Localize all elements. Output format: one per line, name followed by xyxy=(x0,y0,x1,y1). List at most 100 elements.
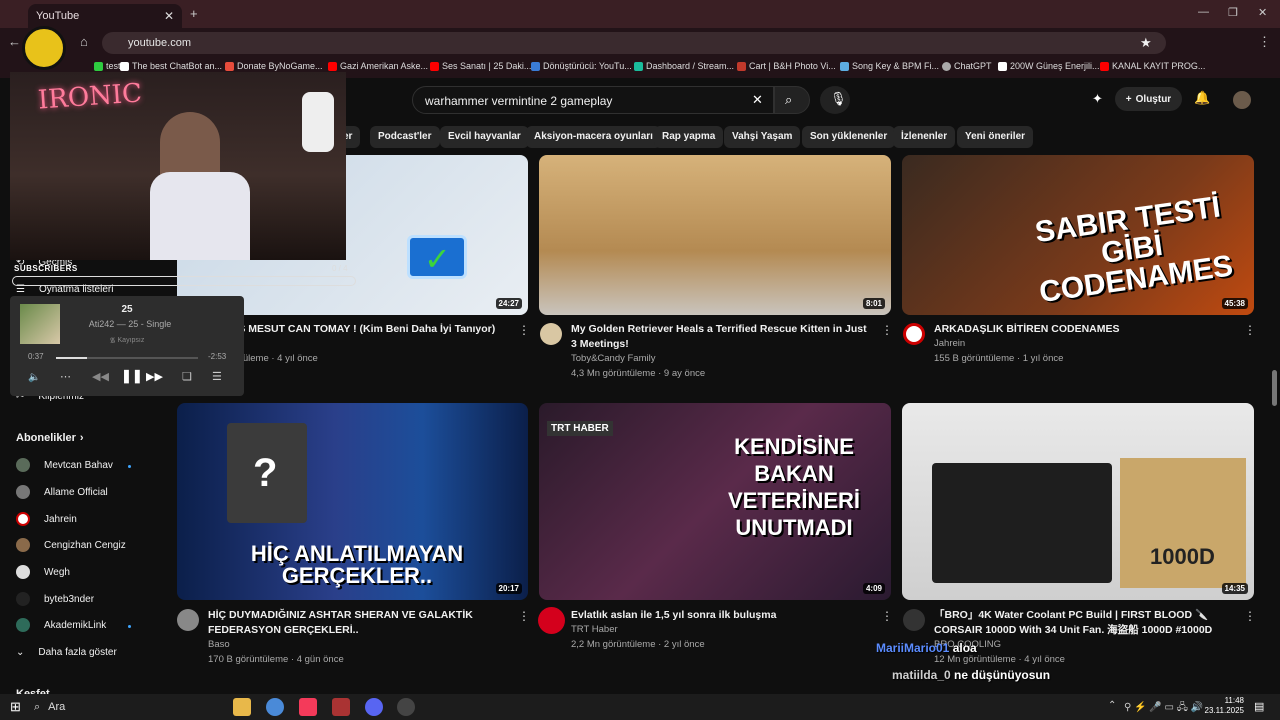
progress-track[interactable] xyxy=(56,357,198,359)
music-app-icon[interactable] xyxy=(299,698,317,716)
chat-message: MariiMario01 aloa xyxy=(876,641,977,655)
account-avatar[interactable] xyxy=(1233,91,1251,109)
windows-start-icon[interactable]: ⊞ xyxy=(10,699,21,715)
clear-search-icon[interactable]: ✕ xyxy=(752,92,763,108)
chrome-icon[interactable] xyxy=(266,698,284,716)
notifications-icon[interactable]: 🔔 xyxy=(1194,90,1210,106)
video-title[interactable]: HİÇ DUYMADIĞINIZ ASHTAR SHERAN VE GALAKT… xyxy=(208,608,508,638)
obs-icon[interactable] xyxy=(397,698,415,716)
channel-name[interactable]: Baso xyxy=(208,638,230,652)
more-options-icon[interactable]: ⋮ xyxy=(881,323,893,337)
scrollbar-thumb[interactable] xyxy=(1272,370,1277,406)
chip[interactable]: Rap yapma xyxy=(654,126,724,148)
duration-badge: 20:17 xyxy=(495,583,522,594)
channel-avatar[interactable] xyxy=(903,609,925,631)
more-icon[interactable]: ⋯ xyxy=(60,370,71,383)
video-title[interactable]: 「BRO」4K Water Coolant PC Build | FIRST B… xyxy=(934,608,1239,638)
video-title[interactable]: ...İM VS MESUT CAN TOMAY ! (Kim Beni Dah… xyxy=(208,322,518,337)
chip[interactable]: Yeni öneriler xyxy=(957,126,1034,148)
bookmark-item[interactable]: Dönüştürücü: YouTu... xyxy=(531,61,632,71)
bookmark-item[interactable]: Gazi Amerikan Aske... xyxy=(328,61,428,71)
bookmark-item[interactable]: Donate ByNoGame... xyxy=(225,61,323,71)
bookmark-item[interactable]: Dashboard / Stream... xyxy=(634,61,734,71)
taskbar-search[interactable]: ⌕ Ara xyxy=(34,697,214,717)
chip[interactable]: İzlenenler xyxy=(893,126,956,148)
more-options-icon[interactable]: ⋮ xyxy=(1244,609,1256,623)
chip[interactable]: Vahşi Yaşam xyxy=(724,126,801,148)
menu-icon[interactable]: ⋮ xyxy=(1258,34,1271,50)
close-tab-icon[interactable]: ✕ xyxy=(164,9,174,23)
subscriptions-heading[interactable]: Abonelikler › xyxy=(16,426,166,450)
video-title[interactable]: ARKADAŞLIK BİTİREN CODENAMES xyxy=(934,322,1234,337)
address-bar[interactable]: youtube.com xyxy=(102,32,1166,54)
voice-search-button[interactable]: 🎙 xyxy=(820,86,850,114)
channel-name[interactable]: Jahrein xyxy=(934,337,965,351)
sidebar-subscription[interactable]: Mevtcan Bahav xyxy=(16,453,166,477)
bookmark-item[interactable]: Ses Sanatı | 25 Daki... xyxy=(430,61,531,71)
sidebar-subscription[interactable]: Allame Official xyxy=(16,480,166,504)
voicemod-icon[interactable] xyxy=(332,698,350,716)
pause-icon[interactable]: ❚❚ xyxy=(121,368,143,384)
video-title[interactable]: Evlatlık aslan ile 1,5 yıl sonra ilk bul… xyxy=(571,608,871,623)
video-thumbnail[interactable]: TRT HABER KENDİSİNE BAKAN VETERİNERİ UNU… xyxy=(539,403,891,600)
close-window-icon[interactable]: ✕ xyxy=(1258,6,1267,19)
tab-youtube[interactable]: YouTube ✕ xyxy=(28,4,182,28)
channel-avatar[interactable] xyxy=(538,607,565,634)
bookmark-star-icon[interactable]: ★ xyxy=(1140,35,1152,51)
search-button[interactable]: ⌕ xyxy=(774,86,810,114)
bookmark-item[interactable]: Song Key & BPM Fi... xyxy=(840,61,939,71)
minimize-icon[interactable]: — xyxy=(1198,6,1209,18)
sidebar-subscription[interactable]: byteb3nder xyxy=(16,587,166,611)
video-thumbnail[interactable]: 8:01 xyxy=(539,155,891,315)
webcam-overlay: IRONIC xyxy=(10,72,346,260)
video-thumbnail[interactable]: SABIR TESTİ GİBİ CODENAMES 45:38 xyxy=(902,155,1254,315)
tray-icons[interactable]: ⚲ ⚡ 🎤 ▭ 🖧 🔊 xyxy=(1124,700,1203,717)
queue-icon[interactable]: ☰ xyxy=(212,370,222,383)
new-tab-icon[interactable]: + xyxy=(190,6,198,21)
pc-case-box: 1000D xyxy=(1120,458,1246,588)
back-icon[interactable]: ← xyxy=(8,34,21,49)
cast-icon[interactable]: ✦ xyxy=(1092,91,1103,107)
bookmark-item[interactable]: The best ChatBot an... xyxy=(120,61,222,71)
chip[interactable]: Aksiyon-macera oyunları xyxy=(526,126,661,148)
home-icon[interactable]: ⌂ xyxy=(80,34,88,49)
file-explorer-icon[interactable] xyxy=(233,698,251,716)
bookmark-item[interactable]: KANAL KAYIT PROG... xyxy=(1100,61,1205,71)
notification-center-icon[interactable]: ▤ xyxy=(1254,700,1264,713)
tray-chevron-icon[interactable]: ⌃ xyxy=(1108,700,1116,711)
next-icon[interactable]: ▶▶ xyxy=(146,370,163,383)
duration-badge: 14:35 xyxy=(1221,583,1248,594)
lyrics-icon[interactable]: ❏ xyxy=(182,370,192,383)
clock[interactable]: 11:48 23.11.2025 xyxy=(1200,696,1244,716)
sidebar-subscription[interactable]: AkademikLink xyxy=(16,613,166,637)
bookmark-item[interactable]: ChatGPT xyxy=(942,61,992,71)
more-options-icon[interactable]: ⋮ xyxy=(881,609,893,623)
create-button[interactable]: + Oluştur xyxy=(1115,87,1182,111)
show-more-button[interactable]: ⌄ Daha fazla göster xyxy=(16,640,166,664)
sidebar-subscription[interactable]: Cengizhan Cengiz xyxy=(16,533,166,557)
video-thumbnail[interactable]: 1000D 14:35 xyxy=(902,403,1254,600)
chip[interactable]: Son yüklenenler xyxy=(802,126,896,148)
channel-name[interactable]: Toby&Candy Family xyxy=(571,352,655,366)
maximize-icon[interactable]: ❐ xyxy=(1228,6,1238,19)
chip[interactable]: Evcil hayvanlar xyxy=(440,126,529,148)
video-title[interactable]: My Golden Retriever Heals a Terrified Re… xyxy=(571,322,871,352)
bookmark-item[interactable]: test xyxy=(94,61,121,71)
chip[interactable]: Podcast'ler xyxy=(370,126,440,148)
more-options-icon[interactable]: ⋮ xyxy=(518,323,530,337)
volume-icon[interactable]: 🔈 xyxy=(28,372,40,383)
channel-avatar[interactable] xyxy=(540,323,562,345)
previous-icon[interactable]: ◀◀ xyxy=(92,370,109,383)
sidebar-subscription[interactable]: Wegh xyxy=(16,560,166,584)
channel-name[interactable]: TRT Haber xyxy=(571,623,618,637)
channel-avatar[interactable] xyxy=(177,609,199,631)
discord-icon[interactable] xyxy=(365,698,383,716)
more-options-icon[interactable]: ⋮ xyxy=(518,609,530,623)
video-thumbnail[interactable]: ? HİÇ ANLATILMAYAN GERÇEKLER.. 20:17 xyxy=(177,403,528,600)
search-input[interactable]: warhammer vermintine 2 gameplay xyxy=(412,86,774,114)
more-options-icon[interactable]: ⋮ xyxy=(1244,323,1256,337)
channel-avatar[interactable] xyxy=(903,323,925,345)
bookmark-item[interactable]: Cart | B&H Photo Vi... xyxy=(737,61,836,71)
bookmark-item[interactable]: 200W Güneş Enerjili... xyxy=(998,61,1100,71)
sidebar-subscription[interactable]: Jahrein xyxy=(16,507,166,531)
